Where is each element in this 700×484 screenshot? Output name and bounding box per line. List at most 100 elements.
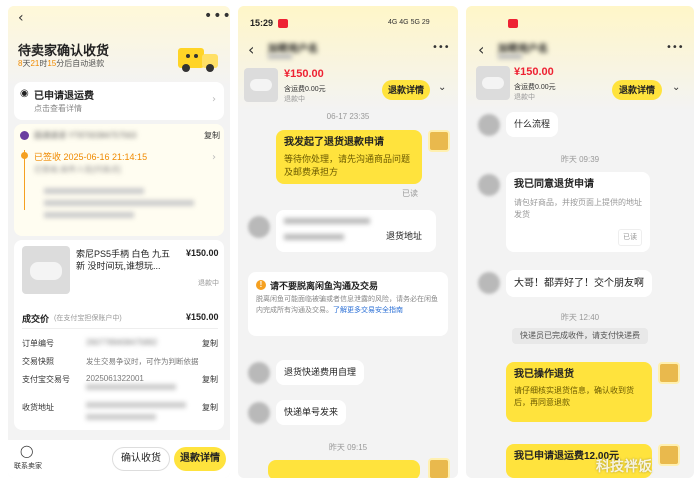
app-notification-icon <box>278 19 288 28</box>
shipping-fee: 含运费0.00元 <box>514 84 556 91</box>
order-info-card: 索尼PS5手柄 白色 九五新 没时间玩,谁想玩... ¥150.00 退款中 成… <box>14 240 224 430</box>
redacted-address <box>284 218 370 224</box>
redacted-line <box>498 54 522 59</box>
user-avatar[interactable] <box>478 174 500 196</box>
back-icon[interactable]: ‹ <box>18 10 24 26</box>
chat-message[interactable]: 快递单号发来 <box>276 400 347 425</box>
chat-message[interactable]: 大哥！都弄好了！交个朋友啊 <box>506 270 652 297</box>
warning-body: 脱离闲鱼可能面临被骗或者信息泄露的风险，请务必在闲鱼内完成所有沟通及交易。了解更… <box>256 296 438 314</box>
card-body: 请包好商品，并按页面上提供的地址发货 <box>514 198 642 219</box>
timestamp: 06-17 23:35 <box>326 112 370 121</box>
alipay-trade-value: 2025061322001 <box>86 374 144 383</box>
more-icon[interactable]: ••• <box>666 42 684 53</box>
truck-illustration <box>178 44 222 76</box>
snapshot-value[interactable]: 发生交易争议时，可作为判断依据 <box>86 356 199 367</box>
refund-status: 退款中 <box>514 94 535 101</box>
refund-detail-button[interactable]: 退款详情 <box>382 80 430 100</box>
next-message[interactable] <box>268 460 420 478</box>
copy-button[interactable]: 复制 <box>202 402 218 413</box>
chat-user-name: 加密用户名 <box>268 44 318 55</box>
seller-avatar <box>658 362 680 384</box>
order-number-value: 2607789408475892 <box>86 338 158 347</box>
address-message[interactable]: 退货地址 <box>276 210 436 252</box>
timestamp: 昨天 12:40 <box>560 313 600 322</box>
courier-logo-icon <box>20 131 29 140</box>
refund-shipping-sub: 点击查看详情 <box>34 104 82 113</box>
clock: 15:29 <box>250 18 274 28</box>
chat-screen-1: 15:29 4G 4G 5G 29 ‹ 加密用户名 ••• ¥150.00 含运… <box>238 6 458 478</box>
more-icon[interactable]: ••• <box>204 8 230 24</box>
chat-icon[interactable]: ◯ <box>20 444 33 458</box>
address-label: 收货地址 <box>22 403 54 412</box>
user-avatar[interactable] <box>248 216 270 238</box>
divider <box>22 328 218 329</box>
chat-message[interactable]: 什么流程 <box>506 112 559 137</box>
timeline-dot <box>21 152 28 159</box>
refund-detail-button[interactable]: 退款详情 <box>174 447 226 471</box>
product-thumbnail[interactable] <box>244 68 278 102</box>
app-notification-icon <box>508 19 518 28</box>
redacted-line <box>86 384 176 390</box>
timeline-line <box>24 150 25 210</box>
product-image[interactable] <box>22 246 70 294</box>
page-title: 待卖家确认收货 <box>18 43 110 58</box>
auto-refund-countdown: 8天21时15分后自动退款 <box>18 59 105 68</box>
product-thumbnail[interactable] <box>476 66 510 100</box>
alipay-trade-label: 支付宝交易号 <box>22 375 70 384</box>
system-notice: 快递员已完成收件，请支付快递费 <box>512 328 648 344</box>
safety-warning-card: ! 请不要脱离闲鱼沟通及交易 脱离闲鱼可能面临被骗或者信息泄露的风险，请务必在闲… <box>248 272 448 336</box>
product-name[interactable]: 索尼PS5手柄 白色 九五新 没时间玩,谁想玩... <box>76 248 176 272</box>
timestamp: 昨天 09:15 <box>328 443 368 452</box>
courier-number: 圆通速递 YT8700384757563 <box>34 131 137 140</box>
refund-shipping-title: 已申请退运费 <box>34 91 94 102</box>
product-price: ¥150.00 <box>514 66 554 78</box>
copy-button[interactable]: 复制 <box>202 374 218 385</box>
redacted-line <box>268 54 292 59</box>
warning-title: 请不要脱离闲鱼沟通及交易 <box>270 281 379 291</box>
back-icon[interactable]: ‹ <box>248 40 254 59</box>
refund-shipping-card[interactable]: ◉ 已申请退运费 点击查看详情 › <box>14 82 224 120</box>
read-receipt: 已读 <box>402 189 418 198</box>
return-done-message[interactable]: 我已操作退货 请仔细核实退货信息，确认收到货后，再同意退款 <box>506 362 652 422</box>
snapshot-label: 交易快照 <box>22 357 54 366</box>
status-icons: 4G 4G 5G 29 <box>388 19 430 26</box>
shipping-fee: 含运费0.00元 <box>284 86 326 93</box>
order-detail-screen: ‹ ••• 待卖家确认收货 8天21时15分后自动退款 ◉ 已申请退运费 点击查… <box>8 6 230 478</box>
user-avatar[interactable] <box>478 272 500 294</box>
track-detail: 已签收,收件人在[代收点] <box>34 165 121 174</box>
copy-button[interactable]: 复制 <box>204 130 220 141</box>
chevron-right-icon: › <box>212 152 216 163</box>
redacted-address <box>86 414 156 420</box>
more-icon[interactable]: ••• <box>432 42 450 53</box>
deal-price-note: (在支付宝担保账户中) <box>54 315 122 322</box>
chat-user-name: 加密用户名 <box>498 44 548 55</box>
chat-screen-2: ‹ 加密用户名 ••• ¥150.00 含运费0.00元 退款中 退款详情 ⌄ … <box>466 6 694 478</box>
logistics-card[interactable]: 圆通速递 YT8700384757563 复制 已签收 2025-06-16 2… <box>14 124 224 236</box>
coin-icon: ◉ <box>20 88 29 99</box>
address-label: 退货地址 <box>386 231 423 241</box>
chevron-right-icon: › <box>212 94 216 105</box>
user-avatar[interactable] <box>248 402 270 424</box>
back-icon[interactable]: ‹ <box>478 40 484 59</box>
return-request-message[interactable]: 我发起了退货退款申请 等待你处理，请先沟通商品问题及邮费承担方 <box>276 130 422 184</box>
chevron-down-icon[interactable]: ⌄ <box>672 82 680 93</box>
redacted-address <box>86 402 186 408</box>
chat-message[interactable]: 退货快递费用自理 <box>276 360 365 385</box>
read-receipt: 已读 <box>618 229 642 246</box>
message-title: 我已操作退货 <box>514 369 574 380</box>
agree-return-card[interactable]: 我已同意退货申请 请包好商品，并按页面上提供的地址发货 已读 <box>506 172 650 252</box>
card-title: 我已同意退货申请 <box>514 179 594 190</box>
redacted-line <box>44 200 194 206</box>
user-avatar[interactable] <box>478 114 500 136</box>
copy-button[interactable]: 复制 <box>202 338 218 349</box>
contact-seller-label[interactable]: 联系卖家 <box>14 461 42 471</box>
chevron-down-icon[interactable]: ⌄ <box>438 82 446 93</box>
deal-price: ¥150.00 <box>186 312 219 322</box>
redacted-line <box>44 212 134 218</box>
user-avatar[interactable] <box>248 362 270 384</box>
confirm-receipt-button[interactable]: 确认收货 <box>112 447 170 471</box>
safety-guide-link[interactable]: 了解更多交易安全指南 <box>333 307 403 314</box>
refund-detail-button[interactable]: 退款详情 <box>612 80 662 100</box>
message-body: 请仔细核实退货信息，确认收到货后，再同意退款 <box>514 386 634 407</box>
seller-avatar <box>428 458 450 478</box>
